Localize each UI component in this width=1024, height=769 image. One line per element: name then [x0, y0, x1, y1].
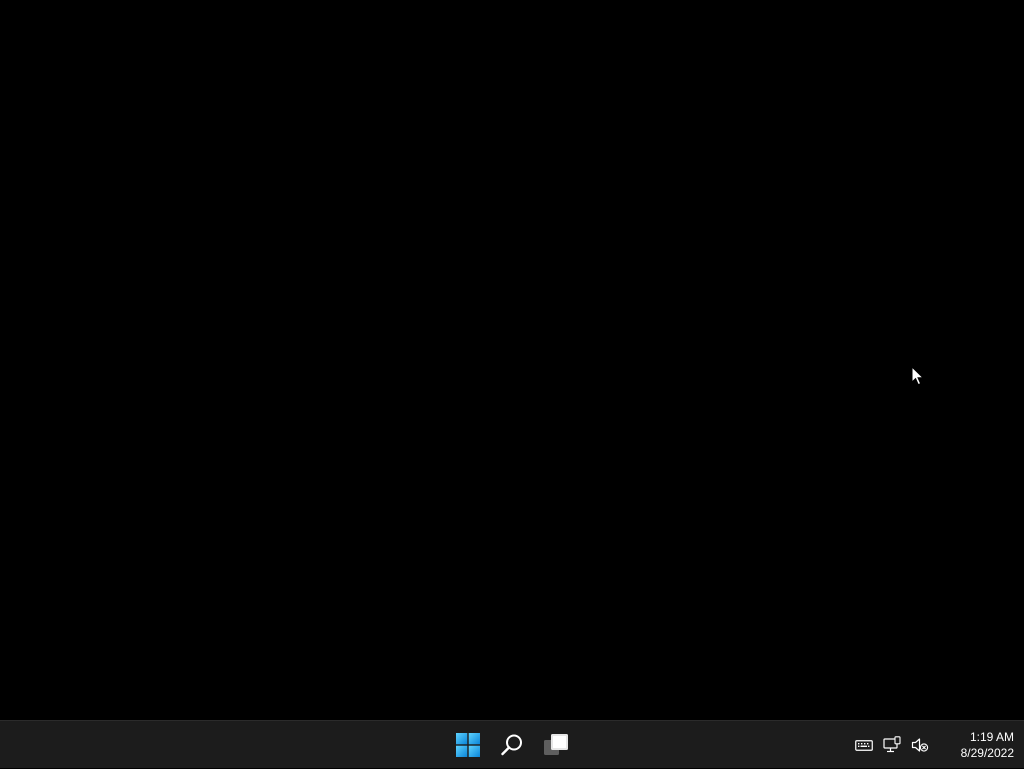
keyboard-button[interactable]	[850, 729, 878, 761]
task-view-button[interactable]	[534, 725, 578, 765]
clock-date: 8/29/2022	[960, 746, 1014, 760]
desktop[interactable]	[0, 0, 1024, 720]
mouse-cursor-icon	[911, 366, 925, 386]
task-view-icon	[544, 734, 568, 755]
search-icon	[501, 734, 522, 756]
taskbar: 1:19 AM 8/29/2022	[0, 720, 1024, 768]
volume-muted-icon	[911, 738, 929, 752]
search-button[interactable]	[490, 725, 534, 765]
volume-button[interactable]	[906, 729, 934, 761]
keyboard-icon	[855, 740, 873, 751]
taskbar-pinned-apps	[446, 721, 578, 769]
windows-logo-icon	[456, 733, 480, 757]
start-button[interactable]	[446, 725, 490, 765]
clock-time: 1:19 AM	[969, 730, 1014, 744]
system-tray: 1:19 AM 8/29/2022	[850, 721, 1024, 769]
clock-button[interactable]: 1:19 AM 8/29/2022	[938, 729, 1014, 761]
network-button[interactable]	[878, 729, 906, 761]
network-icon	[883, 736, 901, 753]
